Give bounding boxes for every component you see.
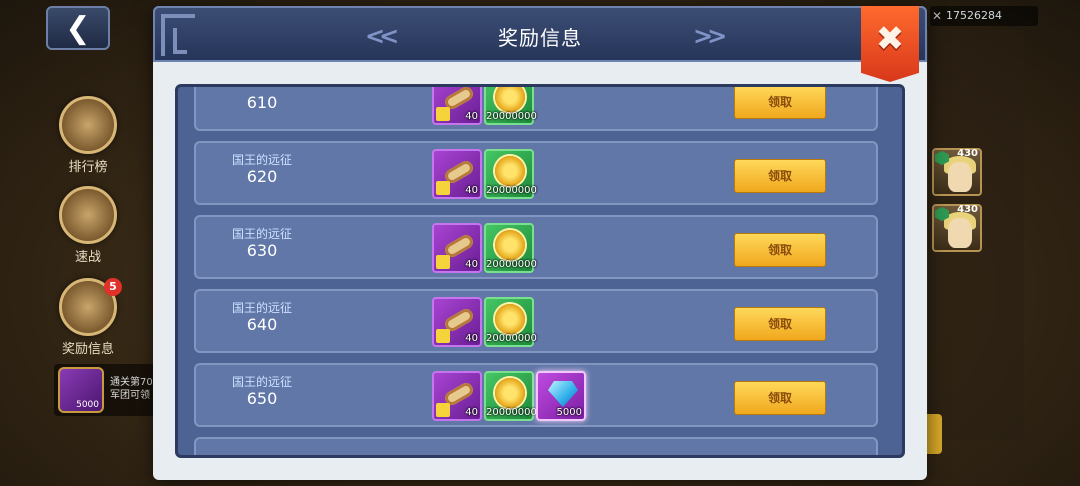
claim-button[interactable]: 领取 <box>734 87 826 119</box>
reward-info-dialog: << 奖励信息 >> ✖ 610 40 20000000 领取 国王的远征 62… <box>153 6 927 480</box>
close-button[interactable]: ✖ <box>861 6 919 82</box>
dialog-header: << 奖励信息 >> <box>153 6 927 62</box>
row-number: 620 <box>246 167 278 186</box>
scroll-item[interactable]: 40 <box>432 87 482 125</box>
row-number: 610 <box>246 93 278 112</box>
reward-list[interactable]: 610 40 20000000 领取 国王的远征 620 40 20000000… <box>175 84 905 458</box>
row-number: 630 <box>246 241 278 260</box>
reward-info-button[interactable]: 5 奖励信息 <box>52 278 124 357</box>
reward-row: 国王的远征 640 40 20000000 领取 <box>194 289 878 353</box>
claim-button[interactable]: 领取 <box>734 159 826 193</box>
reward-row: 610 40 20000000 领取 <box>194 87 878 131</box>
shield-icon <box>59 186 117 244</box>
coin-item[interactable]: 20000000 <box>484 371 537 421</box>
puzzle-icon <box>436 329 450 343</box>
row-label: 国王的远征 <box>231 227 292 241</box>
claim-button[interactable]: 领取 <box>734 233 826 267</box>
reward-row: 国王的远征 650 40 20000000 5000 领取 <box>194 363 878 427</box>
gem-item[interactable]: 5000 <box>536 371 586 421</box>
leaderboard-button[interactable]: 排行榜 <box>52 96 124 175</box>
reward-row: 国王的远征 620 40 20000000 领取 <box>194 141 878 205</box>
double-chevron-right-icon[interactable]: >> <box>693 22 727 50</box>
hero-level: 430 <box>957 204 978 215</box>
scroll-item[interactable]: 40 <box>432 297 482 347</box>
puzzle-icon <box>436 107 450 121</box>
puzzle-icon <box>436 181 450 195</box>
quick-battle-label: 速战 <box>74 250 101 265</box>
row-label: 国王的远征 <box>231 301 292 315</box>
scroll-item[interactable]: 40 <box>432 371 482 421</box>
reward-row <box>194 437 878 455</box>
reward-row: 国王的远征 630 40 20000000 领取 <box>194 215 878 279</box>
coin-item[interactable]: 20000000 <box>484 87 537 125</box>
trophy-icon <box>59 96 117 154</box>
row-label: 国王的远征 <box>231 153 292 167</box>
close-icon: ✖ <box>875 19 905 59</box>
dialog-title: 奖励信息 <box>498 26 582 50</box>
hero-level: 430 <box>957 148 978 159</box>
reward-info-label: 奖励信息 <box>61 342 114 357</box>
close-icon: ✕ <box>932 9 943 23</box>
notification-badge: 5 <box>104 278 122 296</box>
hero-card[interactable]: 430 <box>932 204 982 252</box>
row-number: 650 <box>246 389 278 408</box>
chevron-left-icon: ❮ <box>65 10 91 46</box>
claim-button[interactable]: 领取 <box>734 307 826 341</box>
gem-icon: 5000 <box>58 367 104 413</box>
hero-card[interactable]: 430 <box>932 148 982 196</box>
scroll-item[interactable]: 40 <box>432 223 482 273</box>
quick-battle-button[interactable]: 速战 <box>52 186 124 265</box>
claim-button[interactable]: 领取 <box>734 381 826 415</box>
coin-item[interactable]: 20000000 <box>484 149 537 199</box>
scroll-item[interactable]: 40 <box>432 149 482 199</box>
row-label: 国王的远征 <box>231 375 292 389</box>
back-button[interactable]: ❮ <box>46 6 110 50</box>
puzzle-icon <box>436 403 450 417</box>
player-id: ✕ 17526284 <box>930 6 1038 26</box>
puzzle-icon <box>436 255 450 269</box>
row-number: 640 <box>246 315 278 334</box>
coin-item[interactable]: 20000000 <box>484 297 537 347</box>
leaderboard-label: 排行榜 <box>68 160 108 175</box>
coin-item[interactable]: 20000000 <box>484 223 537 273</box>
